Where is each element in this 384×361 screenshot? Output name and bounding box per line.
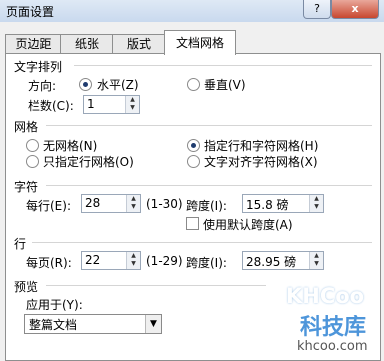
radio-snap-to-char-grid[interactable] — [187, 155, 200, 168]
apply-to-value: 整篇文档 — [29, 318, 78, 332]
tab-document-grid[interactable]: 文档网格 — [164, 30, 236, 55]
lines-heading: 行 — [14, 237, 27, 251]
chars-per-line-label: 每行(E): — [26, 199, 71, 213]
line-char-grid-label: 指定行和字符网格(H) — [204, 139, 319, 153]
window-title: 页面设置 — [6, 5, 55, 19]
columns-label: 栏数(C): — [28, 99, 74, 113]
horizontal-label: 水平(Z) — [97, 78, 139, 92]
lines-range: (1-29) — [146, 254, 183, 268]
chars-heading: 字符 — [14, 180, 39, 194]
apply-to-label: 应用于(Y): — [26, 298, 83, 312]
watermark-text: 科技库 — [300, 315, 367, 340]
grid-heading: 网格 — [14, 120, 39, 134]
char-pitch-label: 跨度(I): — [186, 199, 227, 213]
spinner-arrows-icon[interactable]: ▲ ▼ — [126, 195, 140, 212]
divider — [46, 185, 372, 186]
divider — [32, 242, 372, 243]
spinner-arrows-icon[interactable]: ▲ ▼ — [309, 195, 323, 212]
help-button[interactable]: ? — [303, 0, 331, 19]
line-grid-only-label: 只指定行网格(O) — [43, 155, 134, 169]
spinner-arrows-icon[interactable]: ▲ ▼ — [309, 252, 323, 269]
chars-range: (1-30) — [146, 197, 183, 211]
text-direction-heading: 文字排列 — [14, 60, 63, 74]
columns-value: 1 — [87, 97, 95, 111]
no-grid-label: 无网格(N) — [43, 139, 98, 153]
tab-margins[interactable]: 页边距 — [5, 34, 62, 54]
tab-layout[interactable]: 版式 — [112, 34, 166, 54]
line-pitch-label: 跨度(I): — [186, 256, 227, 270]
chars-per-line-value: 28 — [85, 196, 101, 210]
chevron-down-icon[interactable]: ▼ — [145, 315, 161, 333]
lines-per-page-spinner[interactable]: 22 ▲ ▼ — [81, 251, 141, 270]
tab-paper[interactable]: 纸张 — [60, 34, 114, 54]
preview-heading: 预览 — [14, 280, 39, 294]
radio-no-grid[interactable] — [26, 139, 39, 152]
watermark-logo: KHCoo — [286, 284, 365, 308]
columns-spinner[interactable]: 1 ▲ ▼ — [83, 95, 140, 114]
default-pitch-label: 使用默认跨度(A) — [203, 218, 293, 232]
close-button[interactable]: x — [331, 0, 379, 19]
divider — [74, 65, 372, 66]
snap-to-char-grid-label: 文字对齐字符网格(X) — [204, 155, 318, 169]
apply-to-select[interactable]: 整篇文档 ▼ — [24, 314, 162, 334]
radio-line-grid-only[interactable] — [26, 155, 39, 168]
spinner-arrows-icon[interactable]: ▲ ▼ — [126, 252, 140, 269]
vertical-label: 垂直(V) — [204, 78, 246, 92]
char-pitch-spinner[interactable]: 15.8 磅 ▲ ▼ — [242, 194, 324, 213]
direction-label: 方向: — [28, 79, 57, 93]
watermark-url: khcoo.com — [297, 339, 368, 354]
spinner-arrows-icon[interactable]: ▲ ▼ — [125, 96, 139, 113]
default-pitch-checkbox[interactable] — [186, 217, 199, 230]
line-pitch-value: 28.95 磅 — [246, 255, 297, 269]
radio-horizontal[interactable] — [79, 78, 92, 91]
lines-per-page-value: 22 — [85, 253, 101, 267]
lines-per-page-label: 每页(R): — [26, 256, 72, 270]
char-pitch-value: 15.8 磅 — [246, 198, 289, 212]
line-pitch-spinner[interactable]: 28.95 磅 ▲ ▼ — [242, 251, 324, 270]
radio-line-char-grid[interactable] — [187, 139, 200, 152]
divider — [46, 125, 372, 126]
radio-vertical[interactable] — [187, 78, 200, 91]
chars-per-line-spinner[interactable]: 28 ▲ ▼ — [81, 194, 141, 213]
title-bar: 页面设置 ? x — [0, 0, 384, 22]
divider — [46, 285, 266, 286]
